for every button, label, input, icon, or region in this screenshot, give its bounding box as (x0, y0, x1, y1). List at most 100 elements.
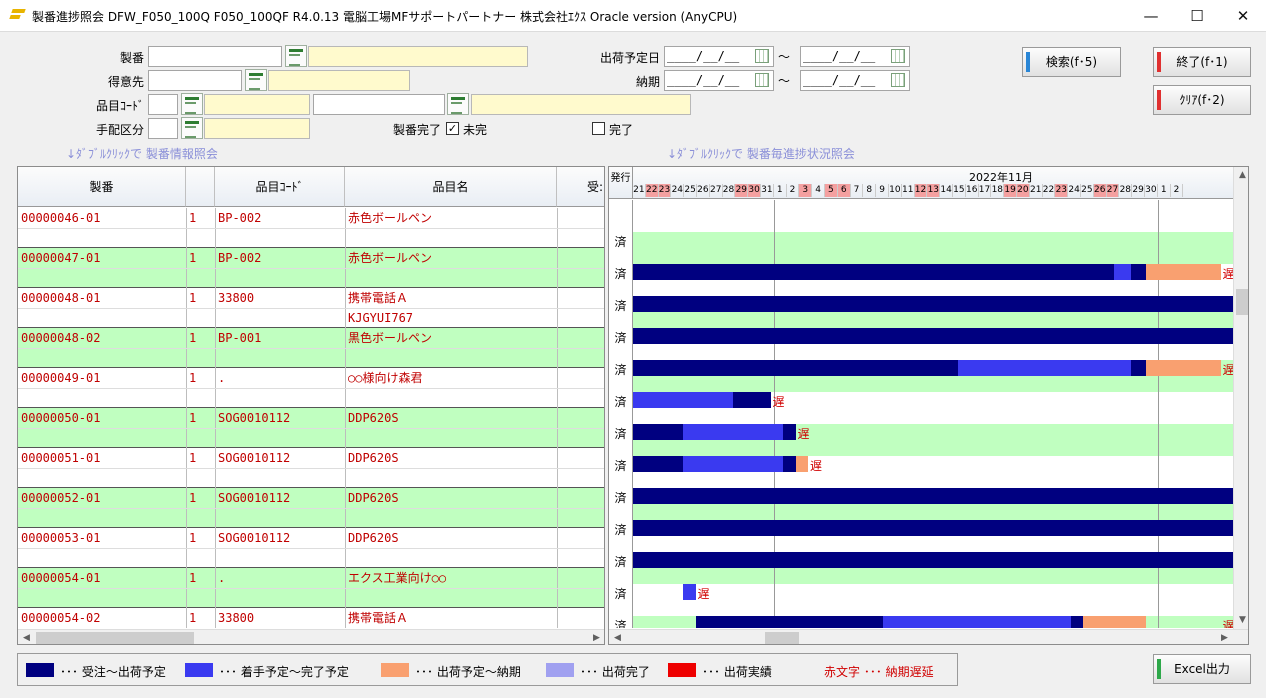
hinmoku-name-field (471, 94, 691, 115)
table-row[interactable]: 00000048-01 1 33800 携帯電話Ａ KJGYUI767 (18, 288, 604, 328)
status-cell (609, 200, 633, 232)
month-separator (773, 232, 775, 264)
col-header-juchu[interactable]: 受: (557, 167, 604, 207)
gantt-lane (633, 488, 1233, 520)
gantt-row[interactable]: 済 (609, 232, 1233, 264)
calendar-icon[interactable] (755, 49, 769, 63)
calendar-icon[interactable] (755, 73, 769, 87)
gantt-row[interactable]: 済 (609, 488, 1233, 520)
excel-button[interactable]: Excel出力 (1153, 654, 1251, 684)
seiban-lookup-icon[interactable] (285, 45, 307, 67)
table-row[interactable]: 00000050-01 1 SOG0010112 DDP620S (18, 408, 604, 448)
table-row[interactable]: 00000051-01 1 SOG0010112 DDP620S (18, 448, 604, 488)
order-to-ship-bar (633, 424, 683, 440)
scroll-thumb[interactable] (36, 632, 194, 644)
gantt-row[interactable]: 済遅 (609, 424, 1233, 456)
tokuisaki-input[interactable] (148, 70, 242, 91)
close-button[interactable]: ✕ (1220, 0, 1266, 32)
gantt-row[interactable] (609, 200, 1233, 232)
scroll-up-icon[interactable]: ▲ (1234, 167, 1248, 184)
exit-button[interactable]: 終了(f･1) (1153, 47, 1251, 77)
order-to-ship-bar (633, 264, 1115, 280)
gantt-row[interactable]: 済 (609, 520, 1233, 552)
gantt-vscrollbar[interactable]: ▲ ▼ (1233, 167, 1248, 629)
gantt-lane (633, 232, 1233, 264)
scroll-left-icon[interactable]: ◀ (609, 630, 626, 644)
col-header-no[interactable] (186, 167, 215, 207)
calendar-icon[interactable] (891, 73, 905, 87)
cell-name: 携帯電話Ａ (348, 611, 409, 625)
clear-button[interactable]: ｸﾘｱ(f･2) (1153, 85, 1251, 115)
day-cell: 30 (1145, 184, 1158, 197)
cell-name: ○○様向け森君 (348, 371, 423, 385)
calendar-icon[interactable] (891, 49, 905, 63)
start-to-complete-bar (683, 424, 783, 440)
scroll-thumb[interactable] (765, 632, 799, 644)
seiban-grid[interactable]: 製番 品目ｺｰﾄﾞ 品目名 受: 00000046-01 1 BP-002 赤色ボール… (17, 166, 605, 645)
gantt-lane (633, 296, 1233, 328)
grid-hscrollbar[interactable]: ◀ ▶ (18, 629, 604, 644)
day-cell: 9 (876, 184, 889, 197)
scroll-left-icon[interactable]: ◀ (18, 630, 35, 644)
maximize-button[interactable]: ☐ (1174, 0, 1220, 32)
tehai-lookup-icon[interactable] (181, 117, 203, 139)
gantt-row[interactable]: 済 (609, 296, 1233, 328)
nouki-label: 納期 (635, 75, 660, 89)
search-button[interactable]: 検索(f･5) (1022, 47, 1121, 77)
scroll-right-icon[interactable]: ▶ (588, 630, 604, 644)
minimize-button[interactable]: — (1128, 0, 1174, 32)
gantt-row[interactable]: 済遅 (609, 456, 1233, 488)
month-separator (773, 200, 775, 232)
order-to-ship-bar (633, 520, 1233, 536)
lane-bar-area (633, 200, 1233, 216)
table-row[interactable]: 00000047-01 1 BP-002 赤色ボールペン (18, 248, 604, 288)
seiban-label: 製番 (119, 51, 144, 65)
cell-seiban: 00000052-01 (21, 491, 101, 505)
window-title: 製番進捗照会 DFW_F050_100Q F050_100QF R4.0.13 … (32, 10, 738, 24)
table-row[interactable]: 00000048-02 1 BP-001 黒色ボールペン (18, 328, 604, 368)
day-cell: 7 (851, 184, 864, 197)
gantt-row[interactable]: 済 (609, 552, 1233, 584)
table-row[interactable]: 00000054-02 1 33800 携帯電話Ａ (18, 608, 604, 628)
seiban-input[interactable] (148, 46, 282, 67)
tehai-input[interactable] (148, 118, 178, 139)
scroll-right-icon[interactable]: ▶ (1216, 630, 1233, 644)
progress-gantt[interactable]: 発行 2022年11月 21 22 23 24 25 26 27 28 29 30 31 1 2 3 4 5 6… (608, 166, 1249, 645)
column-divider (345, 608, 346, 628)
gantt-header: 発行 2022年11月 21 22 23 24 25 26 27 28 29 30 31 1 2 3 4 5 6… (609, 167, 1233, 199)
scroll-thumb[interactable] (1236, 289, 1248, 315)
cell-name: 赤色ボールペン (348, 211, 433, 225)
hinmoku-lookup-icon[interactable] (447, 93, 469, 115)
gantt-row[interactable]: 済遅 (609, 616, 1233, 628)
cell-seiban: 00000054-01 (21, 571, 101, 585)
gantt-hscrollbar[interactable]: ◀ ▶ (609, 629, 1248, 644)
col-header-seiban[interactable]: 製番 (18, 167, 186, 207)
hinmoku-type-lookup-icon[interactable] (181, 93, 203, 115)
late-mark: 遅 (772, 395, 785, 409)
mikan-checkbox[interactable]: ✓ (446, 122, 459, 135)
col-header-name[interactable]: 品目名 (345, 167, 557, 207)
table-row[interactable]: 00000049-01 1. ○○様向け森君 (18, 368, 604, 408)
table-row[interactable]: 00000046-01 1 BP-002 赤色ボールペン (18, 208, 604, 248)
kanryo-checkbox[interactable] (592, 122, 605, 135)
col-header-code[interactable]: 品目ｺｰﾄﾞ (215, 167, 345, 207)
table-row[interactable]: 00000053-01 1 SOG0010112 DDP620S (18, 528, 604, 568)
gantt-row[interactable]: 済遅 (609, 264, 1233, 296)
scroll-down-icon[interactable]: ▼ (1234, 612, 1248, 629)
cell-name: エクス工業向け○○ (348, 571, 447, 585)
day-cell: 1 (1158, 184, 1171, 197)
late-mark: 遅 (797, 427, 810, 441)
table-row[interactable]: 00000054-01 1. エクス工業向け○○ (18, 568, 604, 608)
hinmoku-type-input[interactable] (148, 94, 178, 115)
tokuisaki-lookup-icon[interactable] (245, 69, 267, 91)
gantt-row[interactable]: 済遅 (609, 392, 1233, 424)
gantt-row[interactable]: 済 (609, 328, 1233, 360)
hinmoku-code-input[interactable] (313, 94, 445, 115)
hinmoku-type-name-field (204, 94, 310, 115)
gantt-row[interactable]: 済遅 (609, 584, 1233, 616)
gantt-row[interactable]: 済遅 (609, 360, 1233, 392)
table-row[interactable]: 00000052-01 1 SOG0010112 DDP620S (18, 488, 604, 528)
row-divider (18, 508, 604, 509)
legend-text-start: ･･･ 着手予定～完了予定 (219, 665, 349, 679)
shukka-date-label: 出荷予定日 (599, 51, 660, 65)
